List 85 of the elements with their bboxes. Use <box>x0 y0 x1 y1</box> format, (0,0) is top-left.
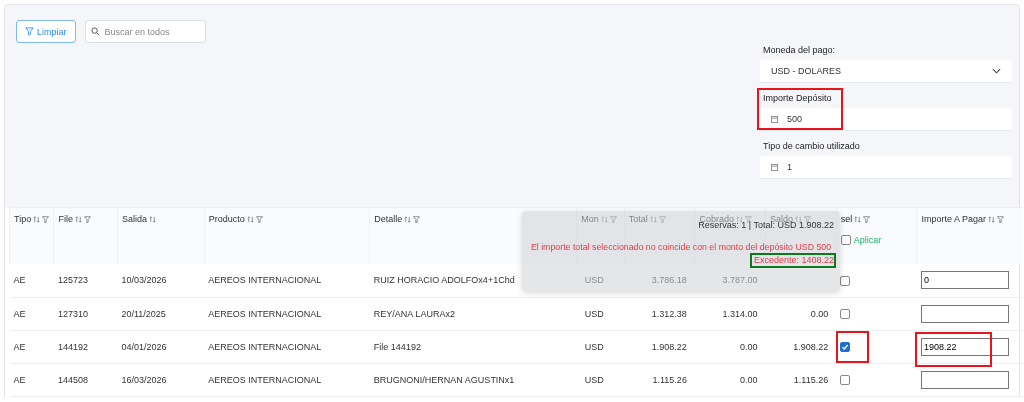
column-header[interactable]: Salida <box>122 214 148 224</box>
field-label: Importe Depósito <box>763 93 833 103</box>
calculator-icon <box>771 115 778 123</box>
table-cell: USD <box>584 374 604 385</box>
column-header[interactable]: Producto <box>208 214 245 224</box>
table-cell: USD <box>584 341 604 352</box>
table-cell: 1.115.26 <box>652 374 687 385</box>
checkbox[interactable] <box>840 235 851 245</box>
table-cell: AE <box>13 308 26 319</box>
clear-filters-button[interactable]: Limpiar <box>16 20 76 43</box>
excess-amount-text: Excedente: 1408.22 <box>753 255 834 265</box>
table-cell: 144192 <box>57 341 88 352</box>
sort-icon[interactable] <box>735 215 743 223</box>
table-cell: 1.908.22 <box>793 341 829 352</box>
row-checkbox[interactable] <box>840 308 851 319</box>
table-cell: REY/ANA LAURAx2 <box>373 308 455 319</box>
filter-icon[interactable] <box>42 215 50 223</box>
table-cell: File 144192 <box>373 341 421 352</box>
column-header[interactable]: Importe A Pagar <box>921 214 986 224</box>
table-cell: AEREOS INTERNACIONAL <box>208 308 322 319</box>
sort-icon[interactable] <box>404 215 412 223</box>
sort-icon[interactable] <box>649 215 657 223</box>
row-checkbox[interactable] <box>840 374 851 385</box>
column-header[interactable]: File <box>58 214 73 224</box>
filter-icon[interactable] <box>997 215 1004 223</box>
table-cell: RUIZ HORACIO ADOLFOx4+1Chd <box>373 275 515 286</box>
table-cell: 1.115.26 <box>793 374 829 385</box>
sort-icon[interactable] <box>246 215 254 223</box>
sort-icon[interactable] <box>988 215 995 223</box>
table-cell: 10/03/2026 <box>121 275 167 286</box>
filter-icon[interactable] <box>744 215 752 223</box>
search-icon <box>90 27 100 36</box>
table-cell: AE <box>13 341 26 352</box>
table-cell: 3.787.00 <box>722 275 758 286</box>
filter-clear-icon <box>25 27 34 36</box>
table-cell: 04/01/2026 <box>121 341 167 352</box>
table-cell: USD <box>584 308 604 319</box>
table-cell: AEREOS INTERNACIONAL <box>208 341 322 352</box>
deposit-input-field[interactable]: 500 <box>760 108 1012 131</box>
table-cell: 20/11/2025 <box>121 308 166 319</box>
table-cell: BRUGNONI/HERNAN AGUSTINx1 <box>373 374 515 385</box>
amount-input-field[interactable]: 1908.22 <box>920 337 1009 356</box>
row-checkbox[interactable] <box>840 275 851 286</box>
table-cell: AEREOS INTERNACIONAL <box>208 374 322 385</box>
table-cell: 16/03/2026 <box>121 374 167 385</box>
column-header[interactable]: sel <box>840 214 853 224</box>
chevron-down-icon <box>992 68 1001 74</box>
column-header[interactable]: Detalle <box>374 214 403 224</box>
sort-icon[interactable] <box>33 215 41 223</box>
table-cell: 144508 <box>57 374 88 385</box>
table-cell: USD <box>584 275 604 286</box>
table-cell: 1.312.38 <box>651 308 687 319</box>
table-cell: 0.00 <box>740 374 758 385</box>
filter-icon[interactable] <box>804 215 812 223</box>
table-cell: 1.314.00 <box>722 308 758 319</box>
field-label: Moneda del pago: <box>763 45 837 55</box>
table-cell: 125723 <box>57 275 88 286</box>
sort-icon[interactable] <box>74 215 82 223</box>
error-message: El importe total seleccionado no coincide con el monto del depósito USD 500 <box>530 242 832 252</box>
amount-input-field[interactable]: 0 <box>920 271 1009 290</box>
currency-dropdown[interactable]: USD - DOLARES <box>760 60 1012 83</box>
table-cell: 1.908.22 <box>651 341 687 352</box>
table-cell: 0.00 <box>740 341 758 352</box>
table-cell: 0.00 <box>810 308 829 319</box>
field-label: Tipo de cambio utilizado <box>763 141 861 151</box>
filter-icon[interactable] <box>255 215 263 223</box>
table-cell: AE <box>13 374 26 385</box>
filter-icon[interactable] <box>83 215 91 223</box>
sort-icon[interactable] <box>795 215 803 223</box>
table-cell: AE <box>13 275 26 286</box>
filter-icon[interactable] <box>413 215 421 223</box>
amount-input-field[interactable] <box>920 304 1009 323</box>
sort-icon[interactable] <box>600 215 608 223</box>
table-cell: AEREOS INTERNACIONAL <box>208 275 322 286</box>
table-cell: 127310 <box>57 308 88 319</box>
amount-input-field[interactable] <box>920 370 1009 389</box>
table-cell: 3.786.18 <box>651 275 687 286</box>
row-checkbox[interactable] <box>840 341 851 352</box>
exchange-rate-input-field[interactable]: 1 <box>760 156 1012 179</box>
search-field[interactable]: Buscar en todos <box>84 20 206 43</box>
sort-icon[interactable] <box>854 215 862 223</box>
sort-icon[interactable] <box>149 215 157 223</box>
column-header[interactable]: Tipo <box>14 214 32 224</box>
calculator-icon <box>771 163 778 171</box>
filter-icon[interactable] <box>863 215 871 223</box>
